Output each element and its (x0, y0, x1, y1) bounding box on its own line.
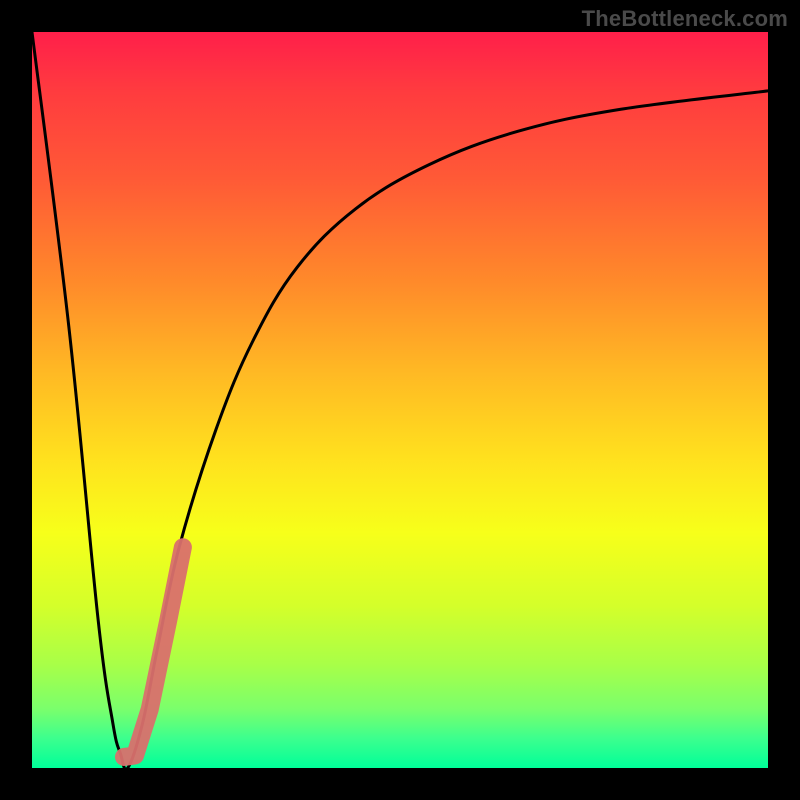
curve-layer (32, 32, 768, 768)
watermark-text: TheBottleneck.com (582, 6, 788, 32)
chart-frame: TheBottleneck.com (0, 0, 800, 800)
bottleneck-curve (32, 32, 768, 768)
plot-area (32, 32, 768, 768)
highlight-marker (124, 547, 183, 757)
